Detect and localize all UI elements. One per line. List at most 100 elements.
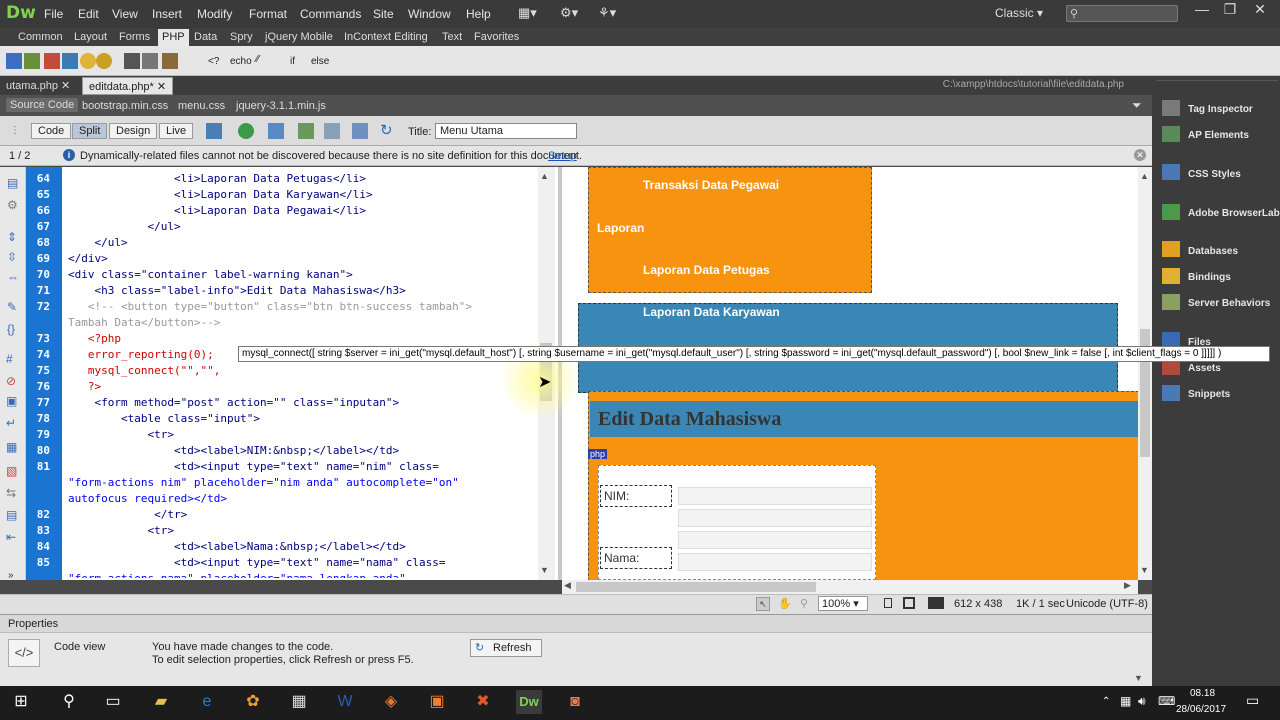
visual-aids-icon[interactable] [352, 123, 368, 139]
tab-favorites[interactable]: Favorites [474, 31, 519, 43]
network-icon[interactable]: ▦ [1120, 694, 1131, 708]
related-menu-css[interactable]: menu.css [178, 100, 225, 112]
server-variables-icon[interactable] [96, 53, 112, 69]
gear-icon[interactable]: ⚙▾ [560, 5, 578, 21]
word-wrap-icon[interactable]: ↵ [6, 416, 16, 430]
language-icon[interactable]: ⌨ [1158, 694, 1175, 708]
title-input[interactable] [435, 123, 577, 139]
xampp-icon[interactable]: ✿ [240, 690, 266, 714]
menu-site[interactable]: Site [373, 7, 394, 21]
require-icon[interactable] [142, 53, 158, 69]
open-documents-icon[interactable]: ▤ [7, 176, 18, 190]
else-button[interactable]: else [311, 56, 329, 67]
file-explorer-icon[interactable]: ▰ [148, 690, 174, 714]
word-icon[interactable]: W [332, 690, 358, 714]
related-source-code[interactable]: Source Code [6, 98, 79, 112]
w3c-validation-icon[interactable] [298, 123, 314, 139]
store-icon[interactable]: ▦ [286, 690, 312, 714]
collapse-tag-icon[interactable]: ⇕ [7, 230, 17, 244]
scroll-down-icon[interactable]: ▼ [540, 565, 549, 575]
cookie-icon[interactable] [62, 53, 78, 69]
tab-common[interactable]: Common [18, 31, 63, 43]
if-button[interactable]: if [290, 56, 295, 67]
doc-tab-utama[interactable]: utama.php ✕ [6, 79, 70, 92]
workspace-switcher[interactable]: Classic ▾ [995, 6, 1043, 20]
search-input[interactable]: ⚲ [1066, 5, 1178, 22]
multiscreen-icon[interactable] [206, 123, 222, 139]
line-numbers-icon[interactable]: # [6, 352, 13, 366]
notifications-icon[interactable]: ▭ [1246, 692, 1259, 709]
tray-up-icon[interactable]: ⌃ [1102, 696, 1110, 707]
scroll-right-icon[interactable]: ▶ [1124, 580, 1131, 591]
panel-ap-elements[interactable]: AP Elements [1188, 130, 1249, 141]
setup-link[interactable]: Setup [548, 150, 577, 162]
filter-icon[interactable]: ⏷ [1132, 98, 1142, 113]
live-view-button[interactable]: Live [159, 123, 194, 139]
collapse-icon[interactable]: ▼ [1134, 673, 1143, 683]
menu-insert[interactable]: Insert [152, 7, 182, 21]
app2-icon[interactable]: ✖ [470, 690, 496, 714]
tab-php[interactable]: PHP [158, 29, 189, 46]
tab-data[interactable]: Data [194, 31, 217, 43]
menu-commands[interactable]: Commands [300, 7, 361, 21]
search-icon[interactable]: ⚲ [56, 690, 82, 714]
tab-spry[interactable]: Spry [230, 31, 253, 43]
close-icon[interactable]: ✕ [61, 80, 70, 92]
scroll-up-icon[interactable]: ▲ [540, 171, 549, 181]
mobile-size-icon[interactable] [884, 598, 892, 608]
refresh-button[interactable]: ↻ Refresh [470, 639, 542, 657]
menu-window[interactable]: Window [408, 7, 451, 21]
include-icon[interactable] [124, 53, 140, 69]
scroll-down-icon[interactable]: ▼ [1140, 565, 1149, 575]
design-scrollbar[interactable]: ▲ ▼ [1138, 167, 1152, 580]
zoom-select[interactable]: 100% ▾ [818, 596, 868, 611]
collapse-selection-icon[interactable]: ⇳ [7, 250, 17, 264]
close-icon[interactable]: ✕ [1134, 149, 1146, 161]
file-management-icon[interactable] [268, 123, 284, 139]
desktop-size-icon[interactable] [928, 597, 944, 609]
move-css-icon[interactable]: ⇤ [6, 530, 16, 544]
doc-tab-editdata[interactable]: editdata.php* ✕ [82, 77, 174, 95]
session-icon[interactable] [80, 53, 96, 69]
edge-icon[interactable]: e [194, 690, 220, 714]
tab-incontext-editing[interactable]: InContext Editing [344, 31, 428, 43]
echo-button[interactable]: echo [230, 56, 252, 67]
site-manager-icon[interactable]: ⚘▾ [598, 5, 616, 21]
scroll-left-icon[interactable]: ◀ [564, 580, 571, 591]
close-icon[interactable]: ✕ [157, 81, 166, 93]
panel-browserlab[interactable]: Adobe BrowserLab [1188, 208, 1280, 219]
select-parent-tag-icon[interactable]: ✎ [7, 300, 17, 314]
code-view-button[interactable]: Code [31, 123, 72, 139]
layout-icon[interactable]: ▦▾ [518, 5, 537, 21]
panel-snippets[interactable]: Snippets [1188, 389, 1230, 400]
code-block-icon[interactable] [162, 53, 178, 69]
minimize-button[interactable]: — [1188, 1, 1216, 23]
tab-jquery-mobile[interactable]: jQuery Mobile [265, 31, 333, 43]
design-view-button[interactable]: Design [109, 123, 158, 139]
apply-comment-icon[interactable]: ▦ [6, 440, 17, 454]
related-bootstrap[interactable]: bootstrap.min.css [82, 100, 168, 112]
maximize-button[interactable]: ❐ [1216, 1, 1244, 23]
php-form-icon[interactable] [6, 53, 22, 69]
tablet-size-icon[interactable] [903, 597, 915, 609]
panel-css-styles[interactable]: CSS Styles [1188, 169, 1241, 180]
clock-time[interactable]: 08.18 [1190, 688, 1215, 699]
nim-input[interactable] [678, 487, 872, 505]
start-icon[interactable]: ⊞ [8, 690, 34, 714]
preview-browser-icon[interactable] [238, 123, 254, 139]
menu-help[interactable]: Help [466, 7, 491, 21]
form-variables-icon[interactable] [44, 53, 60, 69]
window-size[interactable]: 612 x 438 [954, 598, 1002, 610]
syntax-error-icon[interactable]: ▣ [6, 394, 17, 408]
balance-braces-icon[interactable]: {} [7, 322, 15, 336]
menu-file[interactable]: File [44, 7, 63, 21]
clock-date[interactable]: 28/06/2017 [1176, 704, 1226, 715]
menu-modify[interactable]: Modify [197, 7, 232, 21]
remove-comment-icon[interactable]: ▧ [6, 464, 17, 478]
recorder-icon[interactable]: ▣ [424, 690, 450, 714]
nama-input[interactable] [678, 553, 872, 571]
tab-forms[interactable]: Forms [119, 31, 150, 43]
show-code-navigator-icon[interactable]: ⚙ [7, 198, 18, 212]
menu-view[interactable]: View [112, 7, 138, 21]
app-icon[interactable]: ◈ [378, 690, 404, 714]
